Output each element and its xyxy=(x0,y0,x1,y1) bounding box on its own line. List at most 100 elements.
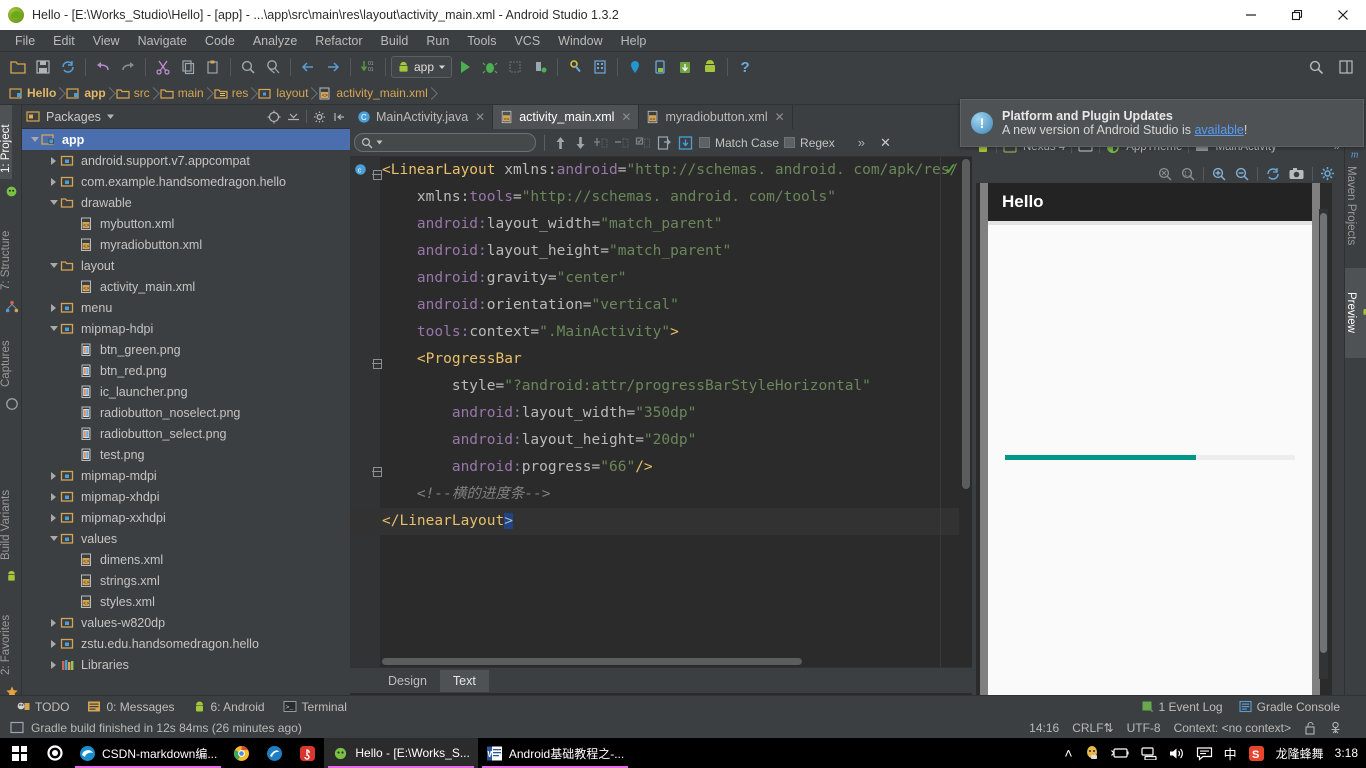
taskbar-item-android-studio[interactable]: Hello - [E:\Works_S... xyxy=(324,738,478,768)
find-next-icon[interactable] xyxy=(573,135,588,151)
copy-icon[interactable] xyxy=(176,55,200,79)
tree-item[interactable]: btn_red.png xyxy=(22,360,350,381)
regex-checkbox[interactable] xyxy=(784,137,796,148)
sdk-update-icon[interactable] xyxy=(673,55,697,79)
tree-item[interactable]: layout xyxy=(22,255,350,276)
tree-item[interactable]: android.support.v7.appcompat xyxy=(22,150,350,171)
more-options-icon[interactable]: » xyxy=(858,135,865,150)
refresh-icon[interactable] xyxy=(1265,166,1281,182)
chevron-down-icon[interactable] xyxy=(47,259,60,272)
action-center-icon[interactable] xyxy=(1196,746,1213,761)
replace-icon[interactable] xyxy=(261,55,285,79)
sidebar-item-maven-projects[interactable]: Maven Projects xyxy=(1345,160,1357,260)
menu-item-refactor[interactable]: Refactor xyxy=(306,32,371,50)
menu-item-window[interactable]: Window xyxy=(549,32,611,50)
editor-tab[interactable]: <> myradiobutton.xml ✕ xyxy=(639,105,793,129)
chevron-down-icon[interactable] xyxy=(376,139,383,146)
start-button[interactable] xyxy=(0,738,39,768)
tool-button-todo[interactable]: TODO xyxy=(16,700,69,714)
line-separator[interactable]: CRLF⇅ xyxy=(1072,721,1113,735)
tool-button-gradle-console[interactable]: Gradle Console xyxy=(1239,700,1340,714)
zoom-actual-icon[interactable]: 1:1 xyxy=(1180,166,1196,182)
tool-button-messages[interactable]: 0: Messages xyxy=(87,700,175,714)
menu-item-vcs[interactable]: VCS xyxy=(505,32,549,50)
close-button[interactable] xyxy=(1320,0,1366,30)
remove-occurrence-icon[interactable] xyxy=(614,135,630,151)
notification-balloon[interactable]: ! Platform and Plugin Updates A new vers… xyxy=(960,99,1364,147)
avd-manager-icon[interactable] xyxy=(588,55,612,79)
settings-icon[interactable] xyxy=(1320,166,1336,182)
open-folder-icon[interactable] xyxy=(6,55,30,79)
select-all-occurrences-icon[interactable] xyxy=(593,135,609,151)
fold-marker[interactable] xyxy=(372,170,382,180)
close-find-icon[interactable]: ✕ xyxy=(880,135,891,151)
preview-device-render[interactable]: Hello xyxy=(976,183,1332,695)
compile-icon[interactable]: 01 01 xyxy=(356,55,380,79)
breadcrumb-item-layout[interactable]: layout xyxy=(255,86,315,100)
chevron-down-icon[interactable] xyxy=(47,532,60,545)
taskbar-item-browser[interactable] xyxy=(258,738,291,768)
code-area[interactable]: c <LinearLayout xmlns:android="http://sc… xyxy=(350,157,972,667)
caret-position[interactable]: 14:16 xyxy=(1029,721,1059,735)
tool-button-android[interactable]: 6: Android xyxy=(193,700,265,714)
tree-item[interactable]: <> styles.xml xyxy=(22,591,350,612)
tree-item[interactable]: test.png xyxy=(22,444,350,465)
sidebar-item-preview[interactable]: Preview xyxy=(1345,268,1366,358)
sdk-manager-icon[interactable] xyxy=(563,55,587,79)
menu-item-code[interactable]: Code xyxy=(196,32,244,50)
cut-icon[interactable] xyxy=(151,55,175,79)
menu-item-tools[interactable]: Tools xyxy=(458,32,505,50)
breadcrumb-item-res[interactable]: res xyxy=(211,86,256,100)
chevron-down-icon[interactable] xyxy=(28,133,41,146)
breadcrumb-item-activity-main-xml[interactable]: <> activity_main.xml xyxy=(315,86,434,100)
breadcrumb-item-main[interactable]: main xyxy=(157,86,211,100)
run-configuration-selector[interactable]: app xyxy=(391,56,453,78)
tree-item[interactable]: Libraries xyxy=(22,654,350,675)
sidebar-item-structure[interactable]: 7: Structure xyxy=(0,212,12,296)
scroll-from-source-icon[interactable] xyxy=(267,110,281,124)
sidebar-item-project[interactable]: 1: Project xyxy=(0,105,12,179)
sogou-icon[interactable]: S xyxy=(1248,745,1265,762)
select-all-icon[interactable] xyxy=(635,135,651,151)
background-tasks-icon[interactable] xyxy=(10,721,24,734)
ime-indicator[interactable]: 中 xyxy=(1224,744,1237,763)
inspection-status-icon[interactable]: ✓ xyxy=(944,160,957,178)
menu-item-analyze[interactable]: Analyze xyxy=(244,32,306,50)
tree-item[interactable]: mipmap-hdpi xyxy=(22,318,350,339)
close-tab-icon[interactable]: ✕ xyxy=(621,110,631,124)
redo-icon[interactable] xyxy=(116,55,140,79)
tool-button-event-log[interactable]: 1 Event Log xyxy=(1141,700,1223,714)
tree-item[interactable]: <> dimens.xml xyxy=(22,549,350,570)
run-button[interactable] xyxy=(453,55,477,79)
sidebar-item-captures[interactable]: Captures xyxy=(0,327,12,393)
tree-item[interactable]: btn_green.png xyxy=(22,339,350,360)
unlock-icon[interactable] xyxy=(1304,721,1316,735)
tree-item[interactable]: ic_launcher.png xyxy=(22,381,350,402)
paste-icon[interactable] xyxy=(201,55,225,79)
project-tree[interactable]: app android.support.v7.appcompat com.examp… xyxy=(22,129,350,695)
layout-settings-icon[interactable] xyxy=(1334,55,1358,79)
chevron-right-icon[interactable] xyxy=(47,658,60,671)
help-icon[interactable]: ? xyxy=(733,55,757,79)
regex-label[interactable]: Regex xyxy=(800,136,835,150)
menu-item-file[interactable]: File xyxy=(6,32,44,50)
tree-item[interactable]: mipmap-mdpi xyxy=(22,465,350,486)
taskbar-cortana[interactable] xyxy=(39,738,71,768)
device-screenshot-icon[interactable] xyxy=(648,55,672,79)
save-all-icon[interactable] xyxy=(31,55,55,79)
chevron-down-icon[interactable] xyxy=(106,112,115,121)
location-icon[interactable] xyxy=(623,55,647,79)
chevron-right-icon[interactable] xyxy=(47,301,60,314)
search-input[interactable] xyxy=(354,133,536,152)
fold-marker[interactable] xyxy=(372,467,382,477)
chevron-right-icon[interactable] xyxy=(47,490,60,503)
tree-item[interactable]: drawable xyxy=(22,192,350,213)
chevron-right-icon[interactable] xyxy=(47,511,60,524)
zoom-fit-icon[interactable] xyxy=(1157,166,1173,182)
android-device-monitor-icon[interactable] xyxy=(698,55,722,79)
tree-item[interactable]: menu xyxy=(22,297,350,318)
open-in-find-window-icon[interactable] xyxy=(656,135,672,151)
match-case-checkbox[interactable] xyxy=(699,137,710,148)
network-icon[interactable] xyxy=(1140,746,1157,760)
scrollbar-thumb[interactable] xyxy=(1320,213,1327,653)
